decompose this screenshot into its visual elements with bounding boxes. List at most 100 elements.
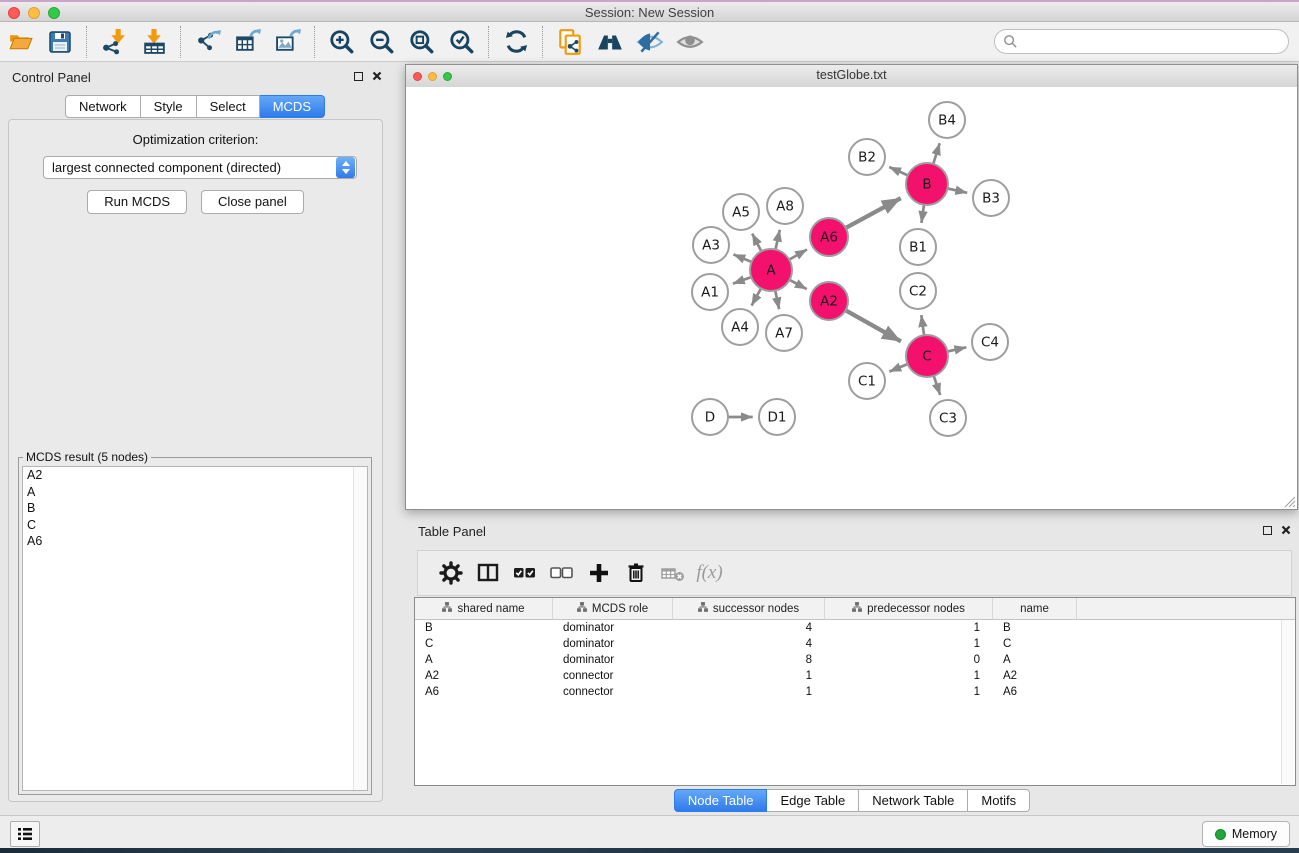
graph-node-B1[interactable]: B1 bbox=[900, 229, 936, 265]
unselect-all-columns-icon[interactable] bbox=[543, 555, 580, 591]
show-columns-icon[interactable] bbox=[469, 555, 506, 591]
table-cell[interactable]: 4 bbox=[673, 636, 825, 652]
table-row[interactable]: Bdominator41B bbox=[415, 620, 1295, 636]
table-row[interactable]: Adominator80A bbox=[415, 652, 1295, 668]
graph-node-A2[interactable]: A2 bbox=[810, 282, 848, 320]
close-panel-icon[interactable] bbox=[1281, 525, 1291, 535]
column-header-mcds-role[interactable]: MCDS role bbox=[553, 598, 673, 619]
graph-node-A3[interactable]: A3 bbox=[693, 227, 729, 263]
mcds-result-item[interactable]: B bbox=[23, 500, 367, 517]
table-cell[interactable]: 1 bbox=[825, 684, 993, 700]
table-cell[interactable]: C bbox=[415, 636, 553, 652]
table-cell[interactable]: A6 bbox=[415, 684, 553, 700]
tab-network-table[interactable]: Network Table bbox=[859, 789, 968, 812]
save-session-icon[interactable] bbox=[40, 24, 80, 60]
mcds-result-item[interactable]: A6 bbox=[23, 533, 367, 550]
table-cell[interactable]: A bbox=[993, 652, 1077, 668]
zoom-out-icon[interactable] bbox=[362, 24, 402, 60]
function-builder-icon[interactable]: f(x) bbox=[691, 555, 728, 591]
column-settings-icon[interactable] bbox=[432, 555, 469, 591]
mcds-result-item[interactable]: A2 bbox=[23, 467, 367, 484]
table-cell[interactable]: 1 bbox=[825, 636, 993, 652]
mcds-list-scrollbar[interactable] bbox=[353, 467, 367, 790]
birds-eye-view-icon[interactable] bbox=[590, 24, 630, 60]
float-panel-icon[interactable] bbox=[354, 72, 363, 81]
graph-node-B4[interactable]: B4 bbox=[929, 102, 965, 138]
table-cell[interactable]: 1 bbox=[825, 668, 993, 684]
tab-node-table[interactable]: Node Table bbox=[674, 789, 768, 812]
mcds-result-item[interactable]: A bbox=[23, 484, 367, 501]
zoom-in-icon[interactable] bbox=[322, 24, 362, 60]
zoom-fit-icon[interactable] bbox=[402, 24, 442, 60]
hide-graphics-details-icon[interactable] bbox=[630, 24, 670, 60]
run-mcds-button[interactable]: Run MCDS bbox=[87, 190, 187, 214]
column-header-predecessor-nodes[interactable]: predecessor nodes bbox=[825, 598, 993, 619]
show-graphics-details-icon[interactable] bbox=[670, 24, 710, 60]
column-header-name[interactable]: name bbox=[993, 598, 1077, 619]
table-row[interactable]: Cdominator41C bbox=[415, 636, 1295, 652]
table-cell[interactable]: dominator bbox=[553, 652, 673, 668]
task-history-button[interactable] bbox=[10, 821, 40, 847]
graph-node-B3[interactable]: B3 bbox=[973, 180, 1009, 216]
table-cell[interactable]: 8 bbox=[673, 652, 825, 668]
graph-node-C4[interactable]: C4 bbox=[972, 324, 1008, 360]
graph-node-D[interactable]: D bbox=[692, 399, 728, 435]
export-table-icon[interactable] bbox=[228, 24, 268, 60]
graph-node-A5[interactable]: A5 bbox=[723, 194, 759, 230]
graph-node-B[interactable]: B bbox=[906, 163, 948, 205]
table-cell[interactable]: 1 bbox=[673, 668, 825, 684]
graph-node-A7[interactable]: A7 bbox=[766, 315, 802, 351]
graph-node-C[interactable]: C bbox=[906, 335, 948, 377]
export-image-icon[interactable] bbox=[268, 24, 308, 60]
graph-node-C1[interactable]: C1 bbox=[849, 363, 885, 399]
table-cell[interactable]: B bbox=[993, 620, 1077, 636]
table-cell[interactable]: 1 bbox=[825, 620, 993, 636]
zoom-selected-icon[interactable] bbox=[442, 24, 482, 60]
graph-node-A4[interactable]: A4 bbox=[722, 309, 758, 345]
import-table-icon[interactable] bbox=[134, 24, 174, 60]
resize-grip-icon[interactable] bbox=[1282, 494, 1296, 508]
table-cell[interactable]: 1 bbox=[673, 684, 825, 700]
tab-mcds[interactable]: MCDS bbox=[260, 95, 325, 118]
network-canvas[interactable]: B4B2BB3A5A8A6A3B1AA1C2A2A4A7C4CC1C3DD1 bbox=[406, 87, 1297, 509]
graph-node-C2[interactable]: C2 bbox=[900, 273, 936, 309]
duplicate-network-icon[interactable] bbox=[550, 24, 590, 60]
delete-table-icon[interactable] bbox=[654, 555, 691, 591]
close-panel-icon[interactable] bbox=[372, 71, 382, 81]
search-field[interactable] bbox=[994, 29, 1289, 54]
import-network-icon[interactable] bbox=[94, 24, 134, 60]
table-cell[interactable]: B bbox=[415, 620, 553, 636]
graph-node-A[interactable]: A bbox=[750, 249, 792, 291]
table-cell[interactable]: dominator bbox=[553, 636, 673, 652]
export-network-icon[interactable] bbox=[188, 24, 228, 60]
table-cell[interactable]: 0 bbox=[825, 652, 993, 668]
network-window-titlebar[interactable]: testGlobe.txt bbox=[406, 65, 1297, 88]
table-cell[interactable]: connector bbox=[553, 684, 673, 700]
table-row[interactable]: A2connector11A2 bbox=[415, 668, 1295, 684]
search-input[interactable] bbox=[1022, 31, 1280, 53]
refresh-icon[interactable] bbox=[496, 24, 536, 60]
table-cell[interactable]: 4 bbox=[673, 620, 825, 636]
open-session-icon[interactable] bbox=[0, 24, 40, 60]
table-cell[interactable]: C bbox=[993, 636, 1077, 652]
table-cell[interactable]: A bbox=[415, 652, 553, 668]
table-cell[interactable]: connector bbox=[553, 668, 673, 684]
graph-node-A6[interactable]: A6 bbox=[810, 218, 848, 256]
column-header-successor-nodes[interactable]: successor nodes bbox=[673, 598, 825, 619]
mcds-result-item[interactable]: C bbox=[23, 517, 367, 534]
graph-node-C3[interactable]: C3 bbox=[930, 400, 966, 436]
graph-node-B2[interactable]: B2 bbox=[849, 139, 885, 175]
tab-network[interactable]: Network bbox=[65, 95, 141, 118]
table-row[interactable]: A6connector11A6 bbox=[415, 684, 1295, 700]
table-scrollbar[interactable] bbox=[1281, 620, 1294, 784]
column-header-shared-name[interactable]: shared name bbox=[415, 598, 553, 619]
graph-node-A1[interactable]: A1 bbox=[692, 274, 728, 310]
table-cell[interactable]: A2 bbox=[993, 668, 1077, 684]
table-cell[interactable]: A6 bbox=[993, 684, 1077, 700]
memory-button[interactable]: Memory bbox=[1202, 821, 1290, 847]
table-cell[interactable]: A2 bbox=[415, 668, 553, 684]
create-column-icon[interactable] bbox=[580, 555, 617, 591]
graph-node-D1[interactable]: D1 bbox=[759, 399, 795, 435]
criterion-dropdown[interactable]: largest connected component (directed) bbox=[43, 156, 357, 179]
float-panel-icon[interactable] bbox=[1263, 526, 1272, 535]
